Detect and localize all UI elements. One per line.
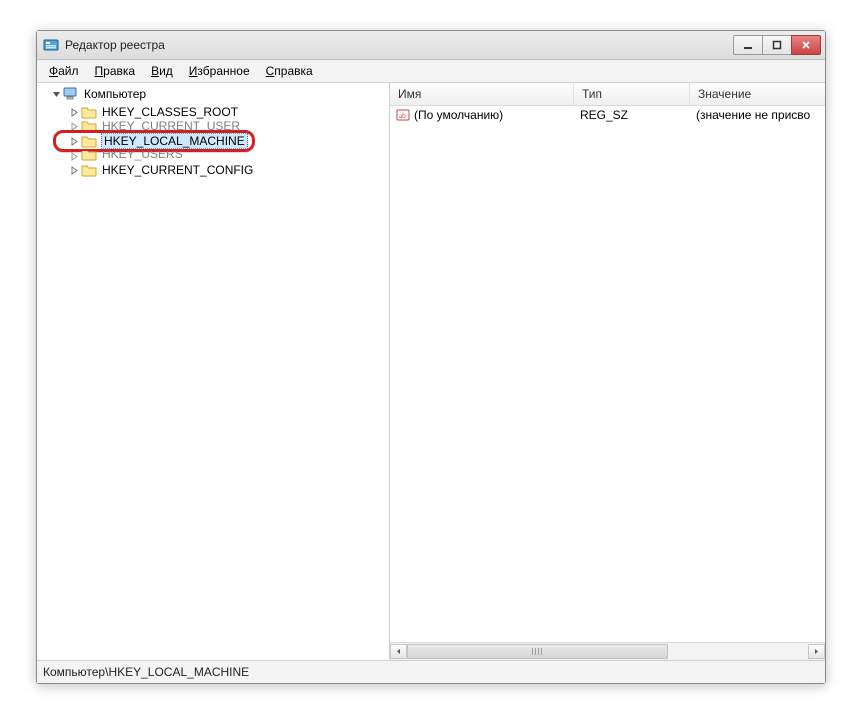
chevron-right-icon[interactable]	[69, 136, 79, 146]
window-controls	[733, 35, 821, 55]
scroll-thumb[interactable]	[407, 644, 668, 659]
chevron-right-icon[interactable]	[69, 121, 79, 131]
menu-edit[interactable]: Правка	[89, 62, 142, 80]
tree-node-label: HKEY_USERS	[101, 151, 184, 161]
chevron-right-icon	[813, 648, 820, 655]
tree-node-hkcr[interactable]: HKEY_CLASSES_ROOT	[37, 103, 389, 121]
computer-icon	[63, 87, 79, 101]
tree-node-computer[interactable]: Компьютер	[37, 85, 389, 103]
horizontal-scrollbar[interactable]	[390, 642, 825, 660]
value-name: (По умолчанию)	[414, 108, 503, 122]
tree-node-label: HKEY_CLASSES_ROOT	[101, 105, 239, 119]
statusbar: Компьютер\HKEY_LOCAL_MACHINE	[37, 660, 825, 683]
menu-help[interactable]: Справка	[260, 62, 319, 80]
scroll-right-button[interactable]	[808, 644, 825, 659]
minimize-icon	[743, 40, 753, 50]
regedit-window: Редактор реестра Файл Правка Вид Избранн…	[36, 30, 826, 684]
regedit-app-icon	[43, 37, 59, 53]
values-header: Имя Тип Значение	[390, 83, 825, 106]
folder-icon	[81, 163, 97, 177]
col-header-name[interactable]: Имя	[390, 83, 574, 105]
close-icon	[801, 40, 811, 50]
tree-node-hkcu[interactable]: HKEY_CURRENT_USER	[37, 121, 389, 131]
highlight-hklm: HKEY_LOCAL_MACHINE	[37, 132, 389, 150]
menu-file[interactable]: Файл	[43, 62, 85, 80]
values-list[interactable]: ab (По умолчанию) REG_SZ (значение не пр…	[390, 106, 825, 642]
col-header-value[interactable]: Значение	[690, 83, 825, 105]
value-data: (значение не присво	[690, 108, 825, 122]
tree-node-label: HKEY_LOCAL_MACHINE	[101, 133, 248, 149]
tree-pane[interactable]: Компьютер HKEY_CLASSES_ROOT	[37, 83, 390, 660]
chevron-down-icon[interactable]	[51, 89, 61, 99]
tree-node-hku[interactable]: HKEY_USERS	[37, 151, 389, 161]
window-title: Редактор реестра	[65, 38, 733, 52]
menu-favorites[interactable]: Избранное	[183, 62, 256, 80]
scroll-left-button[interactable]	[390, 644, 407, 659]
scroll-track[interactable]	[407, 644, 808, 659]
col-header-type[interactable]: Тип	[574, 83, 690, 105]
chevron-right-icon[interactable]	[69, 107, 79, 117]
svg-text:ab: ab	[399, 112, 406, 120]
chevron-left-icon	[395, 648, 402, 655]
chevron-right-icon[interactable]	[69, 165, 79, 175]
menubar: Файл Правка Вид Избранное Справка	[37, 60, 825, 83]
string-value-icon: ab	[396, 108, 410, 122]
maximize-icon	[772, 40, 782, 50]
minimize-button[interactable]	[733, 35, 763, 55]
tree-node-hklm[interactable]: HKEY_LOCAL_MACHINE	[37, 132, 389, 150]
titlebar[interactable]: Редактор реестра	[37, 31, 825, 60]
values-pane: Имя Тип Значение ab (По умолчанию)	[390, 83, 825, 660]
folder-icon	[81, 151, 97, 161]
chevron-right-icon[interactable]	[69, 151, 79, 161]
tree-node-label: HKEY_CURRENT_CONFIG	[101, 163, 254, 177]
content-area: Компьютер HKEY_CLASSES_ROOT	[37, 83, 825, 660]
registry-tree: Компьютер HKEY_CLASSES_ROOT	[37, 85, 389, 179]
value-type: REG_SZ	[574, 108, 690, 122]
folder-icon	[81, 105, 97, 119]
tree-node-hkcc[interactable]: HKEY_CURRENT_CONFIG	[37, 161, 389, 179]
statusbar-path: Компьютер\HKEY_LOCAL_MACHINE	[43, 665, 249, 679]
value-row[interactable]: ab (По умолчанию) REG_SZ (значение не пр…	[390, 106, 825, 124]
folder-icon	[81, 121, 97, 131]
tree-node-label: Компьютер	[83, 87, 147, 101]
maximize-button[interactable]	[762, 35, 792, 55]
tree-node-label: HKEY_CURRENT_USER	[101, 121, 241, 131]
close-button[interactable]	[791, 35, 821, 55]
folder-icon	[81, 134, 97, 148]
menu-view[interactable]: Вид	[145, 62, 179, 80]
